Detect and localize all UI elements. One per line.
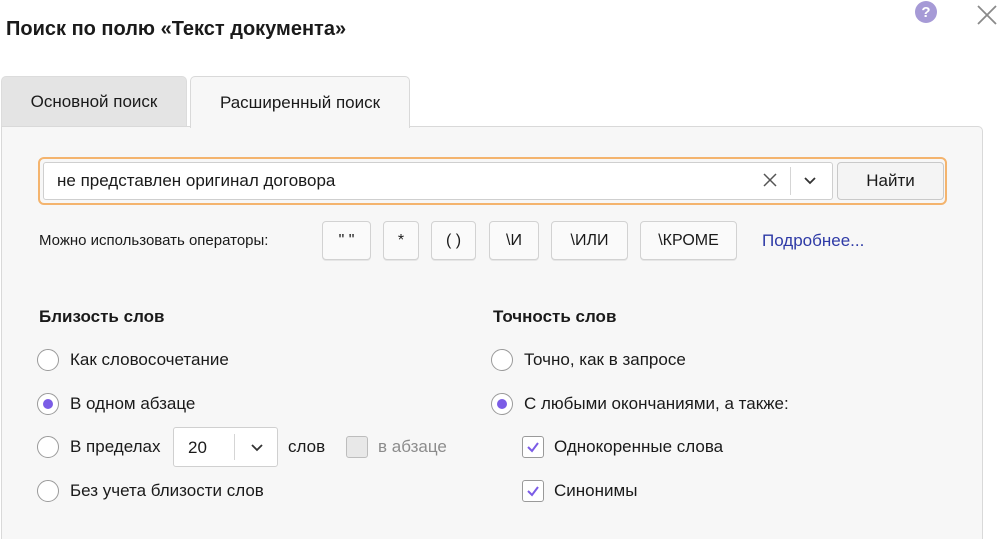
radio-label: В пределах <box>70 437 161 456</box>
radio-button[interactable] <box>491 393 513 415</box>
close-icon[interactable] <box>975 3 999 27</box>
radio-button[interactable] <box>37 349 59 371</box>
tab-advanced-search[interactable]: Расширенный поиск <box>190 76 410 128</box>
checkbox[interactable] <box>522 436 544 458</box>
operator-or-button[interactable]: \ИЛИ <box>551 221 628 260</box>
radio-selected-dot <box>497 399 507 409</box>
checkbox-cognates[interactable]: Однокоренные слова <box>522 436 723 458</box>
radio-button[interactable] <box>491 349 513 371</box>
clear-icon[interactable] <box>762 172 778 188</box>
help-icon[interactable]: ? <box>915 1 937 23</box>
chevron-down-icon[interactable] <box>802 173 818 189</box>
accuracy-title: Точность слов <box>493 307 617 326</box>
operator-quotes-button[interactable]: " " <box>322 221 371 260</box>
proximity-title: Близость слов <box>39 307 165 326</box>
radio-label: С любыми окончаниями, а также: <box>524 394 789 413</box>
checkbox-synonyms[interactable]: Синонимы <box>522 480 637 502</box>
radio-button[interactable] <box>37 480 59 502</box>
radio-any-endings[interactable]: С любыми окончаниями, а также: <box>491 393 789 415</box>
find-button[interactable]: Найти <box>837 162 944 200</box>
checkmark-icon <box>527 486 539 497</box>
radio-within[interactable]: В пределах <box>37 436 161 458</box>
checkbox[interactable] <box>522 480 544 502</box>
chevron-down-icon[interactable] <box>250 441 264 455</box>
checkmark-icon <box>527 442 539 453</box>
radio-label: В одном абзаце <box>70 394 196 413</box>
radio-button[interactable] <box>37 393 59 415</box>
operator-parentheses-button[interactable]: ( ) <box>431 221 476 260</box>
operator-and-button[interactable]: \И <box>489 221 539 260</box>
search-field-frame: Найти <box>38 157 947 205</box>
checkbox-label: Синонимы <box>554 481 638 500</box>
checkbox[interactable] <box>346 436 368 458</box>
more-info-link[interactable]: Подробнее... <box>762 231 864 251</box>
radio-exact-match[interactable]: Точно, как в запросе <box>491 349 686 371</box>
checkbox-label: Однокоренные слова <box>554 437 724 456</box>
radio-as-phrase[interactable]: Как словосочетание <box>37 349 229 371</box>
operator-asterisk-button[interactable]: * <box>383 221 419 260</box>
radio-in-one-paragraph[interactable]: В одном абзаце <box>37 393 195 415</box>
radio-label: Без учета близости слов <box>70 481 264 500</box>
tab-basic-search[interactable]: Основной поиск <box>1 76 187 127</box>
radio-button[interactable] <box>37 436 59 458</box>
search-input[interactable] <box>43 162 833 200</box>
checkbox-label: в абзаце <box>378 437 447 456</box>
select-divider <box>234 434 235 460</box>
search-divider <box>790 167 791 195</box>
dialog-title: Поиск по полю «Текст документа» <box>6 18 347 40</box>
radio-label: Как словосочетание <box>70 350 229 369</box>
operator-except-button[interactable]: \КРОМЕ <box>640 221 737 260</box>
radio-ignore-proximity[interactable]: Без учета близости слов <box>37 480 264 502</box>
within-words-select[interactable]: 20 <box>173 427 278 467</box>
checkbox-in-paragraph[interactable]: в абзаце <box>346 436 447 458</box>
operators-label: Можно использовать операторы: <box>39 232 269 249</box>
radio-label: Точно, как в запросе <box>524 350 686 369</box>
radio-selected-dot <box>43 399 53 409</box>
within-words-value: 20 <box>188 438 207 457</box>
words-label: слов <box>288 437 326 456</box>
